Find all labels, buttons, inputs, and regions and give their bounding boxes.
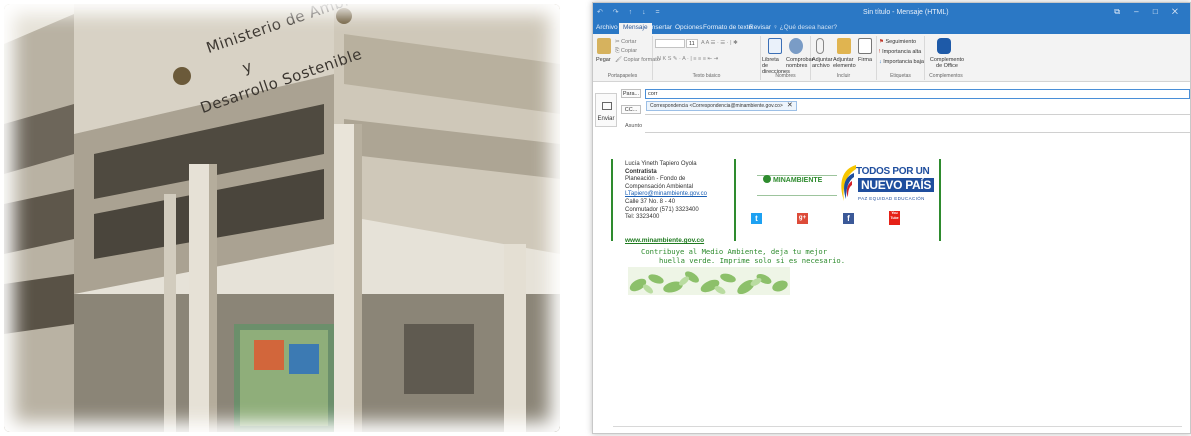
exclamation-icon: ! [879, 49, 881, 55]
subject-field[interactable] [645, 123, 1190, 133]
group-names: Libreta de direcciones Comprobar nombres… [761, 36, 814, 80]
group-clipboard: Pegar ✂ Cortar ⎘ Copiar 🖌 Copiar formato… [593, 36, 660, 80]
copy-button[interactable]: ⎘ Copiar [615, 48, 637, 55]
paperclip-icon [816, 38, 824, 54]
attach-item-icon [837, 38, 851, 54]
autocomplete-text: Correspondencia <Correspondencia@minambi… [650, 103, 783, 109]
signature-divider-mid [734, 159, 736, 241]
signature-phone: Conmutador (571) 3323400 [625, 206, 699, 213]
address-book-icon [768, 38, 782, 54]
signature-dept-2: Compensación Ambiental [625, 183, 694, 190]
arrow-down-icon: ↓ [879, 59, 882, 65]
building-photo: Ministerio de Ambiente y Desarrollo Sost… [4, 4, 560, 432]
group-basic-text: 11 A A ☰ · ☰ · | ✱ N K S ✎ · A · | ≡ ≡ ≡… [653, 36, 761, 80]
cc-button[interactable]: CC... [621, 105, 641, 114]
to-button[interactable]: Para... [621, 89, 641, 98]
website-link[interactable]: www.minambiente.gov.co [625, 237, 704, 244]
close-icon[interactable]: ✕ [787, 102, 793, 109]
group-label-tags: Etiquetas [890, 73, 911, 79]
signature-divider-left [611, 159, 613, 241]
signature-role-text: Contratista [625, 168, 657, 175]
low-importance-button[interactable]: ↓ Importancia baja [879, 59, 924, 65]
gov-slogan-line-3: PAZ EQUIDAD EDUCACIÓN [858, 196, 925, 201]
office-addin-icon [937, 38, 951, 54]
to-field[interactable]: corr [645, 89, 1190, 99]
office-addin-button[interactable]: Complemento de Office [927, 57, 967, 69]
google-plus-icon[interactable]: g+ [797, 213, 808, 224]
envelope-icon [602, 102, 612, 110]
title-bar: ↶ ↷ ↑ ↓ = Sin título - Mensaje (HTML) ⧉ … [593, 3, 1190, 23]
signature-email-link[interactable]: LTapiero@minambiente.gov.co [625, 191, 707, 199]
tab-archivo[interactable]: Archivo [596, 24, 618, 31]
ribbon: Pegar ✂ Cortar ⎘ Copiar 🖌 Copiar formato… [593, 34, 1190, 82]
font-size-box[interactable]: 11 [686, 39, 698, 48]
high-importance-label: Importancia alta [882, 49, 922, 55]
low-importance-label: Importancia baja [883, 59, 924, 65]
signature-address: Calle 37 No. 8 - 40 [625, 198, 676, 205]
paste-button[interactable]: Pegar [596, 57, 611, 63]
format-row-1[interactable]: A A ☰ · ☰ · | ✱ [701, 40, 738, 46]
signature-name: Lucía Yineth Tapiero Oyola [625, 161, 697, 167]
tab-mensaje[interactable]: Mensaje [619, 23, 652, 34]
high-importance-button[interactable]: ! Importancia alta [879, 49, 921, 55]
eco-line-2: huella verde. Imprime solo si es necesar… [659, 255, 846, 265]
paste-icon [597, 38, 611, 54]
minambiente-label: MINAMBIENTE [772, 177, 823, 184]
autocomplete-suggestion[interactable]: Correspondencia <Correspondencia@minambi… [646, 101, 797, 111]
attach-file-button[interactable]: Adjuntar archivo [812, 57, 833, 69]
follow-up-button[interactable]: ⚑ Seguimiento [879, 39, 916, 45]
cut-button[interactable]: ✂ Cortar [615, 39, 636, 45]
signature-divider-right [939, 159, 941, 241]
send-button[interactable]: Enviar [595, 93, 617, 127]
tab-formato[interactable]: Formato de texto [703, 24, 752, 31]
check-names-icon [789, 38, 803, 54]
font-name-box[interactable] [655, 39, 685, 48]
subject-label: Asunto [625, 123, 643, 129]
follow-up-label: Seguimiento [885, 39, 917, 45]
eco-message: Contribuye al Medio Ambiente, deja tu me… [641, 247, 846, 265]
flag-icon: ⚑ [879, 39, 884, 45]
brand-line-bottom [757, 195, 837, 196]
signature-role: Contratista [625, 169, 707, 177]
group-addins: Complemento de Office Complementos [925, 36, 967, 80]
signature-details: Lucía Yineth Tapiero Oyola Contratista P… [625, 161, 707, 222]
gov-slogan-line-1: TODOS POR UN [856, 166, 930, 177]
group-label-names: Nombres [775, 73, 796, 79]
leaves-banner [628, 267, 790, 295]
tab-opciones[interactable]: Opciones [675, 24, 702, 31]
youtube-icon[interactable]: You Tube [889, 211, 900, 225]
send-label: Enviar [597, 116, 615, 122]
signature-button[interactable]: Firma [858, 57, 872, 63]
message-body-bottom-rule [613, 426, 1182, 427]
signature-icon [858, 38, 872, 54]
photo-vignette [4, 4, 560, 432]
tab-insertar[interactable]: Insertar [650, 24, 672, 31]
signature-dept-1: Planeación - Fondo de [625, 176, 686, 183]
group-label-clipboard: Portapapeles [607, 73, 638, 79]
ribbon-tabs: Archivo Mensaje Insertar Opciones Format… [593, 23, 1190, 34]
tab-revisar[interactable]: Revisar [749, 24, 771, 31]
crest-icon [763, 175, 771, 183]
quick-access-toolbar[interactable]: ↶ ↷ ↑ ↓ = [597, 8, 664, 16]
window-title: Sin título - Mensaje (HTML) [863, 9, 949, 16]
gov-slogan-line-2: NUEVO PAÍS [858, 178, 935, 192]
signature-ext: Tel: 3323400 [625, 214, 660, 221]
attach-item-button[interactable]: Adjuntar elemento [833, 57, 856, 69]
group-include: Adjuntar archivo Adjuntar elemento Firma… [811, 36, 877, 80]
format-row-2[interactable]: N K S ✎ · A · | ≡ ≡ ≡ ⇤ ⇥ [657, 56, 718, 62]
group-label-basic-text: Texto básico [692, 73, 721, 79]
twitter-icon[interactable]: t [751, 213, 762, 224]
facebook-icon[interactable]: f [843, 213, 854, 224]
tab-tell-me[interactable]: ♀ ¿Qué desea hacer? [773, 24, 837, 31]
check-names-button[interactable]: Comprobar nombres [786, 57, 814, 69]
window-controls[interactable]: ⧉ – □ ✕ [1114, 7, 1184, 17]
group-label-include: Incluir [836, 73, 851, 79]
group-label-addins: Complementos [929, 73, 963, 79]
minambiente-logo: MINAMBIENTE [763, 175, 822, 184]
outlook-message-window: ↶ ↷ ↑ ↓ = Sin título - Mensaje (HTML) ⧉ … [592, 2, 1191, 434]
group-tags: ⚑ Seguimiento ! Importancia alta ↓ Impor… [877, 36, 925, 80]
